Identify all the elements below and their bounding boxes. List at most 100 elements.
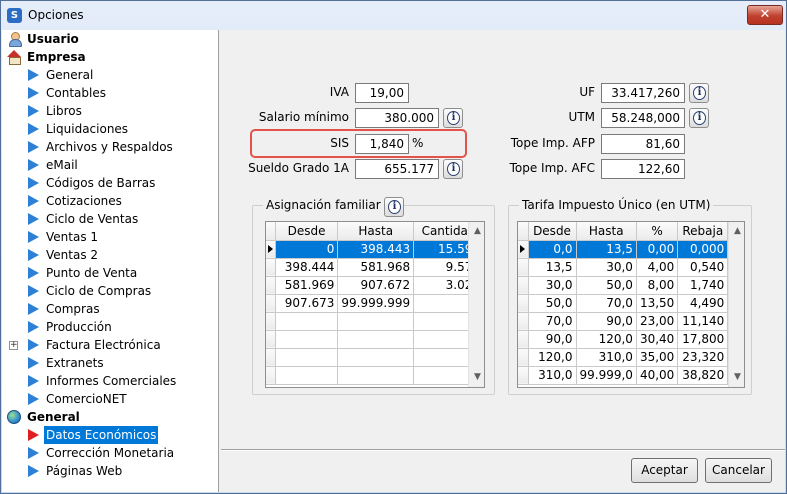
table-cell[interactable]: 0,000 (677, 240, 729, 259)
table-row[interactable]: 90,0 120,0 30,40 17,800 (518, 330, 729, 349)
tree-item[interactable]: Ciclo de Ventas (2, 210, 218, 228)
row-indicator[interactable] (266, 312, 276, 331)
tree-item[interactable]: Páginas Web (2, 462, 218, 480)
sueldo-grado-field[interactable]: 655.177 (355, 159, 439, 179)
uf-info-button[interactable]: i (689, 83, 709, 103)
tarifa-column-header[interactable]: Rebaja (677, 222, 729, 241)
table-cell[interactable]: 23,00 (636, 312, 679, 331)
table-cell[interactable]: 13,5 (576, 240, 637, 259)
asignacion-familiar-grid[interactable]: Desde Hasta Cantidad 0 398.443 15.597 398.444 5… (265, 221, 485, 388)
table-cell[interactable]: 17,800 (677, 330, 729, 349)
table-cell[interactable]: 30,40 (636, 330, 679, 349)
table-cell[interactable]: 398.444 (275, 258, 339, 277)
asignacion-scrollbar[interactable]: ▲ ▼ (468, 222, 484, 387)
table-cell[interactable]: 907.673 (275, 294, 339, 313)
tree-item[interactable]: Liquidaciones (2, 120, 218, 138)
uf-field[interactable]: 33.417,260 (601, 83, 685, 103)
table-cell[interactable]: 581.968 (337, 258, 415, 277)
iva-field[interactable]: 19,00 (355, 83, 409, 103)
table-cell[interactable] (275, 366, 339, 385)
table-cell[interactable]: 50,0 (528, 294, 577, 313)
asignacion-column-header[interactable]: Desde (275, 222, 339, 241)
row-indicator[interactable] (266, 258, 276, 277)
tarifa-scrollbar[interactable]: ▲ ▼ (728, 222, 744, 387)
salario-minimo-field[interactable]: 380.000 (355, 108, 439, 128)
table-cell[interactable]: 4,00 (636, 258, 679, 277)
row-indicator[interactable] (518, 312, 529, 331)
tree-item[interactable]: Producción (2, 318, 218, 336)
tree-item[interactable]: Ciclo de Compras (2, 282, 218, 300)
tarifa-impuesto-grid[interactable]: Desde Hasta% Rebaja 0,0 13,5 0,00 0,000 13,5 30,… (517, 221, 745, 388)
utm-field[interactable]: 58.248,000 (601, 108, 685, 128)
table-cell[interactable]: 50,0 (576, 276, 637, 295)
row-indicator[interactable] (266, 330, 276, 349)
tree-item[interactable]: Cotizaciones (2, 192, 218, 210)
table-cell[interactable] (337, 330, 415, 349)
tree-header[interactable]: Empresa (2, 48, 218, 66)
table-row[interactable]: 398.444 581.968 9.571 (266, 258, 484, 277)
table-row[interactable] (266, 348, 484, 367)
table-row[interactable]: 310,0 99.999,0 40,00 38,820 (518, 366, 729, 385)
row-indicator[interactable] (266, 276, 276, 295)
table-cell[interactable]: 30,0 (576, 258, 637, 277)
table-row[interactable] (266, 312, 484, 331)
tree-item[interactable]: Ventas 2 (2, 246, 218, 264)
row-indicator[interactable] (518, 294, 529, 313)
tree-header[interactable]: General (2, 408, 218, 426)
tree-item[interactable]: Códigos de Barras (2, 174, 218, 192)
table-cell[interactable] (337, 348, 415, 367)
table-cell[interactable]: 581.969 (275, 276, 339, 295)
table-cell[interactable]: 0,0 (528, 240, 577, 259)
table-cell[interactable]: 90,0 (528, 330, 577, 349)
asignacion-info-button[interactable]: i (384, 197, 404, 217)
table-cell[interactable] (275, 348, 339, 367)
tree-item[interactable]: Datos Económicos (2, 426, 218, 444)
table-cell[interactable]: 398.443 (337, 240, 415, 259)
tarifa-column-header[interactable]: % (636, 222, 679, 241)
table-cell[interactable]: 120,0 (576, 330, 637, 349)
table-row[interactable]: 581.969 907.672 3.025 (266, 276, 484, 295)
tree-item[interactable]: eMail (2, 156, 218, 174)
tarifa-column-header[interactable]: Desde (528, 222, 577, 241)
expand-icon[interactable]: + (9, 341, 18, 350)
table-cell[interactable]: 13,5 (528, 258, 577, 277)
table-cell[interactable]: 1,740 (677, 276, 729, 295)
asignacion-column-header[interactable]: Hasta (337, 222, 415, 241)
tree-item[interactable]: Ventas 1 (2, 228, 218, 246)
table-cell[interactable]: 35,00 (636, 348, 679, 367)
table-row[interactable] (266, 330, 484, 349)
table-cell[interactable]: 70,0 (528, 312, 577, 331)
tope-afp-field[interactable]: 81,60 (601, 134, 685, 154)
options-tree[interactable]: Usuario Empresa General Contables Libros Liqu… (2, 30, 219, 492)
sueldo-grado-info-button[interactable]: i (443, 159, 463, 179)
scroll-up-arrow-icon[interactable]: ▲ (733, 227, 742, 236)
tree-item[interactable]: Corrección Monetaria (2, 444, 218, 462)
row-indicator[interactable] (266, 240, 276, 259)
table-cell[interactable]: 0,00 (636, 240, 679, 259)
table-cell[interactable]: 99.999.999 (337, 294, 415, 313)
row-indicator[interactable] (266, 366, 276, 385)
tree-item[interactable]: Libros (2, 102, 218, 120)
table-cell[interactable]: 120,0 (528, 348, 577, 367)
scroll-up-arrow-icon[interactable]: ▲ (473, 227, 482, 236)
row-indicator[interactable] (518, 348, 529, 367)
table-row[interactable]: 13,5 30,0 4,00 0,540 (518, 258, 729, 277)
tree-item[interactable]: Punto de Venta (2, 264, 218, 282)
scroll-down-arrow-icon[interactable]: ▼ (733, 373, 742, 382)
tope-afc-field[interactable]: 122,60 (601, 159, 685, 179)
table-row[interactable]: 70,0 90,0 23,00 11,140 (518, 312, 729, 331)
table-cell[interactable] (337, 366, 415, 385)
table-row[interactable]: 30,0 50,0 8,00 1,740 (518, 276, 729, 295)
table-cell[interactable]: 38,820 (677, 366, 729, 385)
close-button[interactable]: ✕ (747, 5, 783, 25)
row-indicator[interactable] (518, 258, 529, 277)
table-cell[interactable] (337, 312, 415, 331)
tarifa-column-header[interactable]: Hasta (576, 222, 637, 241)
tree-header[interactable]: Usuario (2, 30, 218, 48)
tree-item[interactable]: Contables (2, 84, 218, 102)
tree-item[interactable]: Informes Comerciales (2, 372, 218, 390)
scroll-down-arrow-icon[interactable]: ▼ (473, 373, 482, 382)
table-cell[interactable]: 0 (275, 240, 339, 259)
table-cell[interactable]: 90,0 (576, 312, 637, 331)
tree-item[interactable]: + Factura Electrónica (2, 336, 218, 354)
